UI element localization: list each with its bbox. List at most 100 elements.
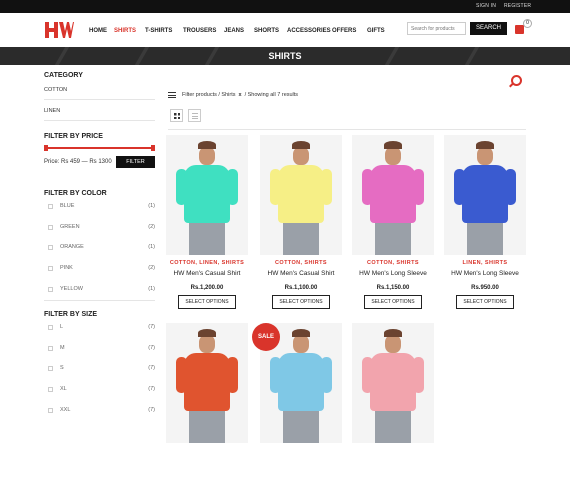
hw-logo[interactable]: HW	[44, 21, 74, 39]
checkbox[interactable]	[48, 204, 53, 209]
product-categories[interactable]: COTTON, SHIRTS	[260, 260, 342, 266]
checkbox[interactable]	[48, 245, 53, 250]
filter-label: XXL	[60, 407, 71, 413]
product-image[interactable]	[352, 323, 434, 443]
product-image[interactable]	[166, 323, 248, 443]
filter-button[interactable]: FILTER	[116, 156, 155, 168]
checkbox[interactable]	[48, 387, 53, 392]
size-filter-item[interactable]: M (7)	[44, 344, 155, 354]
color-filter-heading: FILTER BY COLOR	[44, 190, 107, 197]
filter-label: M	[60, 345, 65, 351]
nav-shorts[interactable]: SHORTS	[254, 28, 279, 34]
product-image[interactable]	[352, 135, 434, 255]
checkbox[interactable]	[48, 346, 53, 351]
product-card[interactable]: COTTON, SHIRTS HW Men's Long Sleeve Rs.1,1…	[352, 135, 434, 313]
filter-count: (2)	[148, 265, 155, 271]
product-card[interactable]: COTTON, LINEN, SHIRTS HW Men's Casual Shi…	[166, 135, 248, 313]
register-link[interactable]: REGISTER	[504, 3, 531, 9]
color-filter-item[interactable]: GREEN (2)	[44, 223, 155, 233]
checkbox[interactable]	[48, 325, 53, 330]
product-name[interactable]: HW Men's Long Sleeve	[352, 270, 434, 277]
shopping-bag-icon[interactable]	[515, 25, 524, 34]
product-card[interactable]: LINEN, SHIRTS HW Men's Long Sleeve Rs.950.…	[444, 135, 526, 313]
page-title: SHIRTS	[268, 51, 302, 61]
checkbox[interactable]	[48, 266, 53, 271]
product-image[interactable]	[260, 135, 342, 255]
top-bar: SIGN IN REGISTER	[0, 0, 570, 13]
size-filter-item[interactable]: S (7)	[44, 364, 155, 374]
list-icon	[192, 113, 198, 119]
filter-count: (7)	[148, 386, 155, 392]
select-options-button[interactable]: SELECT OPTIONS	[456, 295, 514, 309]
category-cotton[interactable]: COTTON	[44, 87, 67, 93]
model-shirt	[184, 165, 230, 223]
search-icon[interactable]	[511, 75, 522, 86]
price-slider-track[interactable]	[44, 147, 155, 149]
select-options-button[interactable]: SELECT OPTIONS	[272, 295, 330, 309]
filter-count: (7)	[148, 407, 155, 413]
filter-label: YELLOW	[60, 286, 83, 292]
product-name[interactable]: HW Men's Long Sleeve	[444, 270, 526, 277]
price-slider-min-handle[interactable]	[44, 145, 48, 151]
size-filter-heading: FILTER BY SIZE	[44, 311, 98, 318]
size-filter-item[interactable]: XXL (7)	[44, 406, 155, 416]
filter-count: (1)	[148, 286, 155, 292]
header: HW HOME SHIRTS T-SHIRTS TROUSERS JEANS S…	[0, 13, 570, 47]
product-categories[interactable]: LINEN, SHIRTS	[444, 260, 526, 266]
size-filter-item[interactable]: XL (7)	[44, 385, 155, 395]
menu-icon[interactable]	[168, 92, 176, 98]
model-shirt	[370, 165, 416, 223]
product-card[interactable]: COTTON, SHIRTS HW Men's Casual Shirt Rs.1,…	[260, 135, 342, 313]
product-categories[interactable]: COTTON, SHIRTS	[352, 260, 434, 266]
product-name[interactable]: HW Men's Casual Shirt	[260, 270, 342, 277]
nav-trousers[interactable]: TROUSERS	[183, 28, 216, 34]
select-options-button[interactable]: SELECT OPTIONS	[178, 295, 236, 309]
grid-view-button[interactable]	[170, 109, 183, 122]
checkbox[interactable]	[48, 366, 53, 371]
size-filter-item[interactable]: L (7)	[44, 323, 155, 333]
product-categories[interactable]: COTTON, LINEN, SHIRTS	[166, 260, 248, 266]
list-view-button[interactable]	[188, 109, 201, 122]
color-filter-item[interactable]: YELLOW (1)	[44, 285, 155, 295]
search-button[interactable]: SEARCH	[470, 22, 507, 35]
model-hair	[384, 141, 402, 149]
nav-jeans[interactable]: JEANS	[224, 28, 244, 34]
model-hair	[198, 329, 216, 337]
clear-filter-icon[interactable]: x	[239, 92, 242, 98]
product-card[interactable]	[166, 323, 248, 501]
checkbox[interactable]	[48, 225, 53, 230]
divider	[44, 120, 155, 121]
category-linen[interactable]: LINEN	[44, 108, 60, 114]
filter-label: XL	[60, 386, 67, 392]
select-options-button[interactable]: SELECT OPTIONS	[364, 295, 422, 309]
filter-count: (1)	[148, 244, 155, 250]
model-trousers	[375, 411, 411, 443]
product-card[interactable]	[352, 323, 434, 501]
nav-home[interactable]: HOME	[89, 28, 107, 34]
nav-gifts[interactable]: GIFTS	[367, 28, 385, 34]
filter-label: PINK	[60, 265, 73, 271]
product-card[interactable]: SALE	[252, 323, 342, 501]
product-image[interactable]	[444, 135, 526, 255]
product-image[interactable]	[166, 135, 248, 255]
nav-tshirts[interactable]: T-SHIRTS	[145, 28, 172, 34]
model-trousers	[375, 223, 411, 255]
color-filter-item[interactable]: ORANGE (1)	[44, 243, 155, 253]
checkbox[interactable]	[48, 287, 53, 292]
filter-count: (2)	[148, 224, 155, 230]
product-name[interactable]: HW Men's Casual Shirt	[166, 270, 248, 277]
nav-accessories[interactable]: ACCESSORIES	[287, 28, 331, 34]
color-filter-item[interactable]: PINK (2)	[44, 264, 155, 274]
search-input[interactable]	[407, 22, 466, 35]
color-filter-item[interactable]: BLUE (1)	[44, 202, 155, 212]
nav-offers[interactable]: OFFERS	[332, 28, 356, 34]
model-trousers	[283, 411, 319, 443]
signin-link[interactable]: SIGN IN	[476, 3, 496, 9]
checkbox[interactable]	[48, 408, 53, 413]
price-slider-max-handle[interactable]	[151, 145, 155, 151]
model-face	[477, 147, 493, 165]
nav-shirts[interactable]: SHIRTS	[114, 28, 136, 34]
grid-icon	[174, 113, 180, 119]
filter-count: (7)	[148, 324, 155, 330]
filter-label: L	[60, 324, 64, 330]
